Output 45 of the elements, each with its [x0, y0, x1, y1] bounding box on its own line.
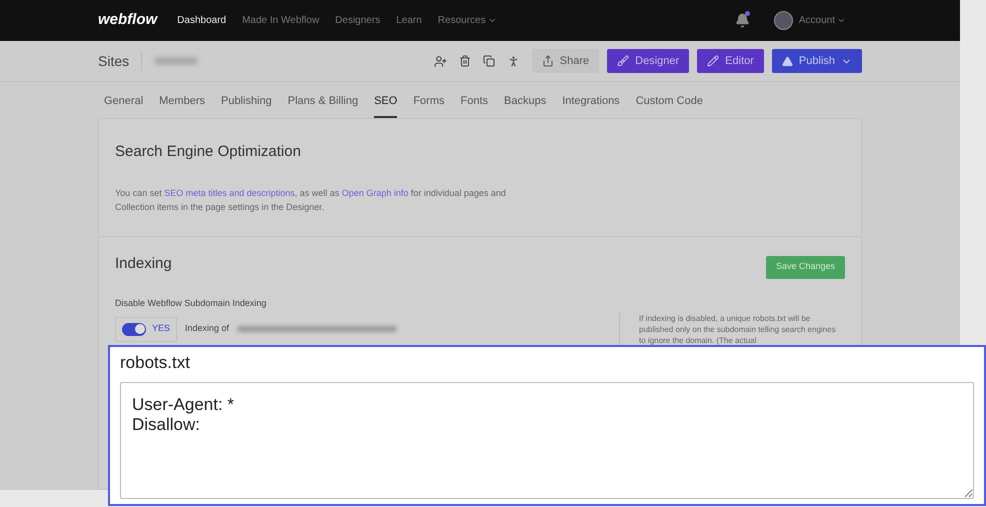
tab[interactable]: Integrations [562, 92, 620, 118]
publish-button[interactable]: Publish [772, 49, 862, 73]
caret-icon [837, 16, 846, 25]
trash-icon[interactable] [458, 55, 471, 67]
triangle-icon [782, 56, 793, 66]
tab[interactable]: Publishing [220, 92, 272, 118]
nav-link[interactable]: Resources [438, 13, 497, 28]
save-changes-button[interactable]: Save Changes [766, 256, 845, 278]
tab[interactable]: General [104, 92, 144, 118]
open-graph-link[interactable]: Open Graph info [342, 188, 408, 198]
designer-button[interactable]: Designer [607, 49, 690, 73]
tab[interactable]: Members [159, 92, 205, 118]
nav-link[interactable]: Made In Webflow [242, 13, 320, 28]
editor-button[interactable]: Editor [697, 49, 764, 73]
seo-meta-link[interactable]: SEO meta titles and descriptions [164, 188, 295, 198]
nav-link[interactable]: Learn [396, 13, 422, 28]
person-icon[interactable] [506, 54, 520, 68]
copy-icon[interactable] [482, 55, 495, 67]
blurred-site-name [154, 57, 198, 65]
page-title: Sites [98, 52, 130, 70]
share-icon [542, 55, 554, 67]
indexing-help-text: If indexing is disabled, a unique robots.txt will be published only on the subdomain telling search engines to ignore the domain. (The actual [639, 312, 837, 346]
tab[interactable]: Plans & Billing [288, 92, 358, 118]
bell-icon[interactable] [734, 13, 750, 28]
tab[interactable]: Fonts [460, 92, 488, 118]
tab[interactable]: Forms [413, 92, 444, 118]
indexing-status: Indexing of [185, 322, 230, 336]
nav-link[interactable]: Designers [335, 13, 380, 28]
section-title: Indexing [115, 254, 173, 274]
account-menu[interactable]: Account [798, 13, 846, 28]
logo[interactable]: webflow [98, 9, 158, 32]
robots-textarea[interactable]: User-Agent: * Disallow: [120, 382, 974, 498]
tab[interactable]: Custom Code [636, 92, 703, 118]
add-user-icon[interactable] [434, 54, 447, 68]
nav-link[interactable]: Dashboard [177, 13, 226, 28]
toggle-switch[interactable]: YES [115, 316, 178, 342]
avatar[interactable] [774, 11, 793, 30]
pencil-icon [707, 55, 720, 67]
section-title: Search Engine Optimization [115, 142, 302, 162]
share-button[interactable]: Share [532, 49, 600, 73]
tab[interactable]: Backups [504, 92, 546, 118]
field-label: robots.txt [120, 352, 191, 374]
setting-label: Disable Webflow Subdomain Indexing [115, 297, 268, 310]
seo-description: You can set SEO meta titles and descriptions, as well as Open Graph info for individual pages and Collection items in the page settings in the Designer. [115, 186, 507, 214]
brush-icon [617, 55, 630, 67]
